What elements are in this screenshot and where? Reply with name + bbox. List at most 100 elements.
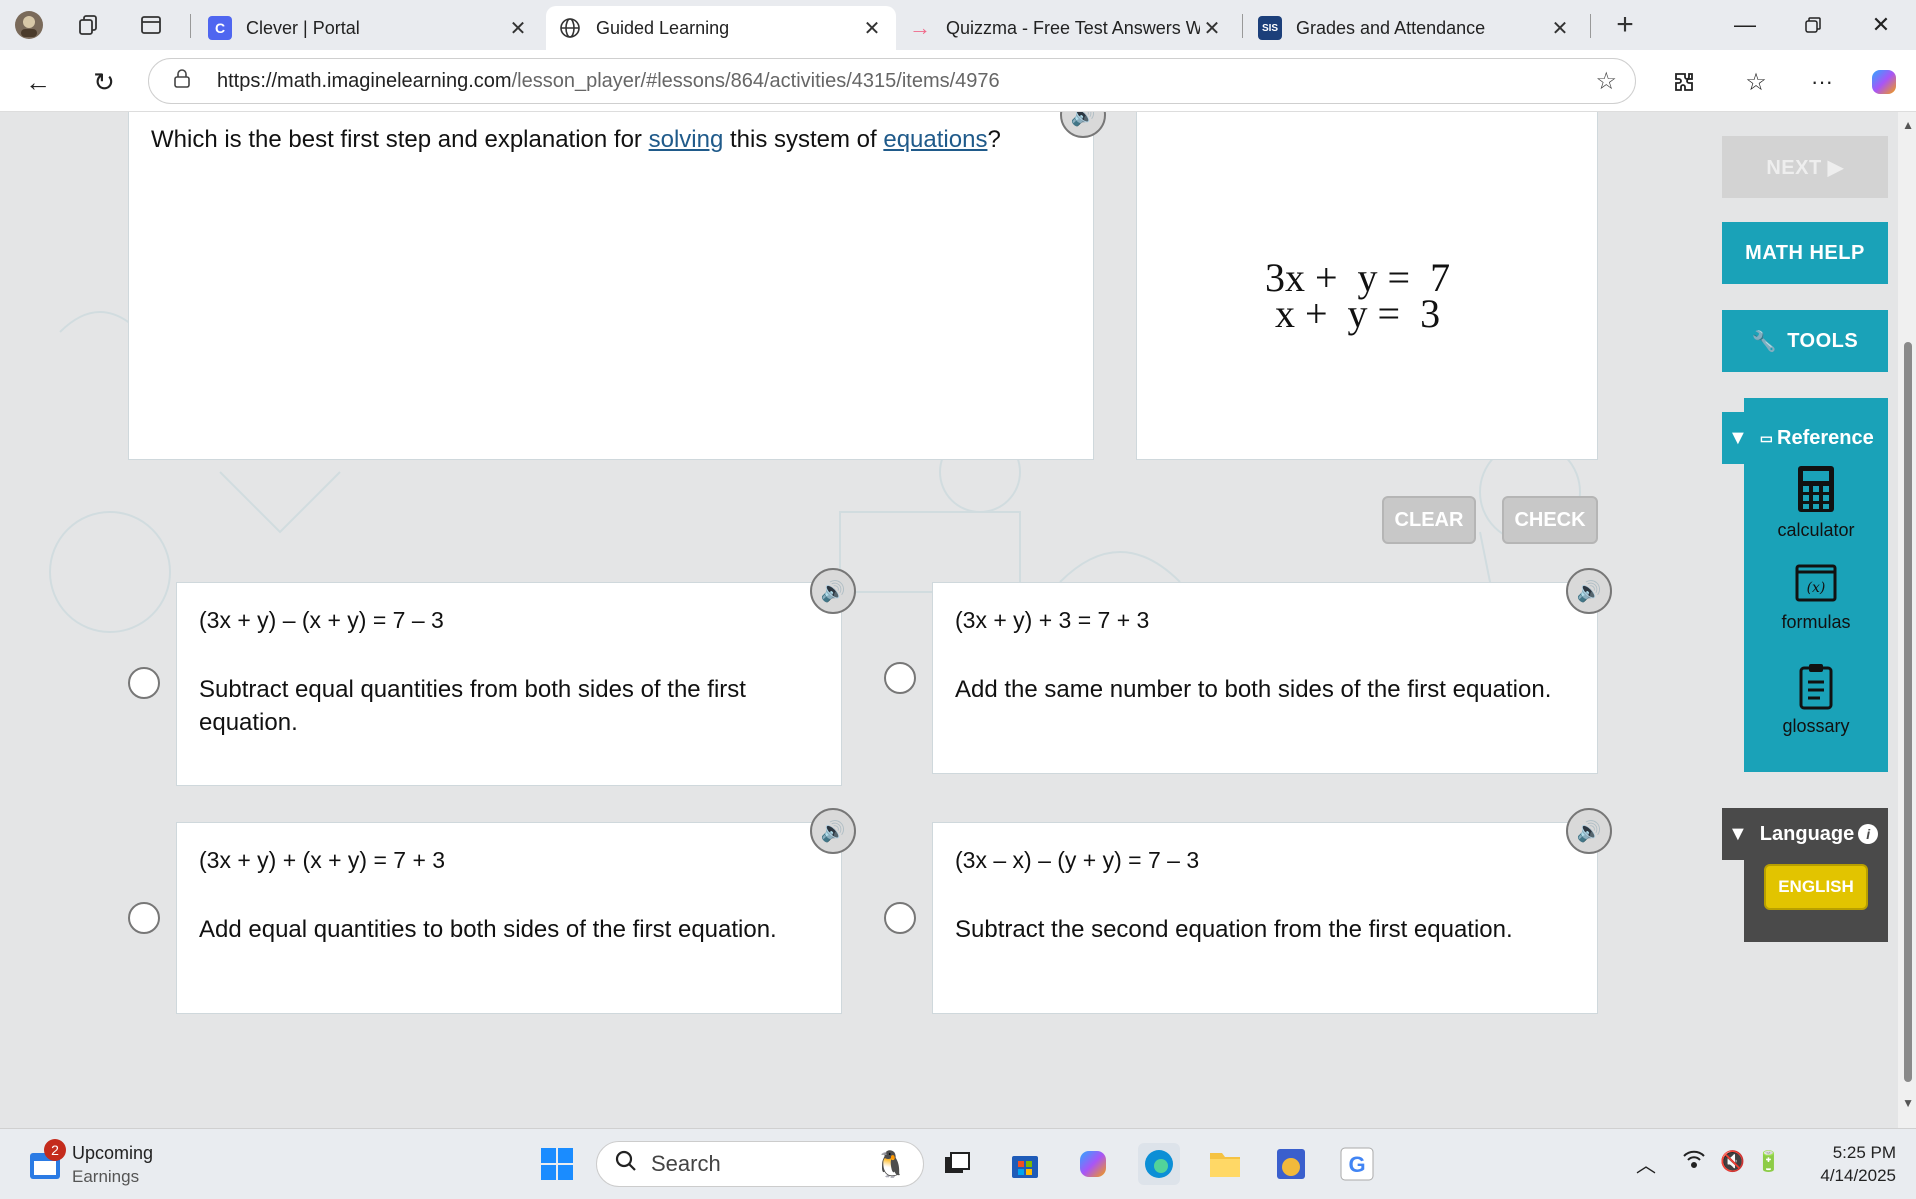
language-toggle[interactable]: ▼ Language i [1722, 808, 1888, 860]
triangle-down-icon: ▼ [1728, 822, 1748, 845]
windows-taskbar: 2 Upcoming Earnings Search 🐧 G ︿ 🔇 🔋 5:2… [0, 1128, 1916, 1199]
tab-actions-icon[interactable] [136, 10, 166, 40]
widget-title: Upcoming [72, 1143, 154, 1163]
answer-choice-a[interactable]: (3x + y) – (x + y) = 7 – 3 Subtract equa… [176, 582, 842, 786]
choice-b-speaker-icon[interactable]: 🔊 [1566, 568, 1612, 614]
notification-badge: 2 [44, 1139, 66, 1161]
choice-a-radio[interactable] [128, 667, 160, 699]
battery-icon[interactable]: 🔋 [1756, 1149, 1781, 1174]
choice-c-speaker-icon[interactable]: 🔊 [810, 808, 856, 854]
browser-toolbar: ← ↻ https://math.imaginelearning.com/les… [0, 50, 1916, 112]
profile-app-icon[interactable] [1270, 1143, 1312, 1185]
choice-equation: (3x + y) + (x + y) = 7 + 3 [199, 847, 446, 873]
question-suffix: ? [987, 126, 1001, 153]
task-view-icon[interactable] [936, 1143, 978, 1185]
close-icon[interactable]: ✕ [506, 16, 530, 40]
choice-c-radio[interactable] [128, 902, 160, 934]
triangle-down-icon: ▼ [1728, 426, 1748, 449]
question-middle: this system of [723, 126, 884, 153]
tab-separator [190, 14, 191, 38]
address-bar[interactable]: https://math.imaginelearning.com/lesson_… [148, 58, 1636, 104]
copilot-taskbar-icon[interactable] [1072, 1143, 1114, 1185]
extensions-puzzle-icon[interactable] [1664, 62, 1704, 102]
glossary-tool[interactable]: glossary [1744, 662, 1888, 737]
close-icon[interactable]: ✕ [1200, 16, 1224, 40]
new-tab-plus-icon[interactable]: + [1610, 8, 1640, 41]
tab-guided-learning[interactable]: Guided Learning ✕ [546, 6, 896, 50]
choice-d-radio[interactable] [884, 902, 916, 934]
answer-choice-c[interactable]: (3x + y) + (x + y) = 7 + 3 Add equal qua… [176, 822, 842, 1014]
choice-b-radio[interactable] [884, 662, 916, 694]
favorite-star-icon[interactable]: ☆ [1595, 67, 1617, 96]
language-label: Language [1759, 822, 1855, 845]
choice-equation: (3x + y) + 3 = 7 + 3 [955, 607, 1150, 633]
taskbar-search[interactable]: Search 🐧 [596, 1141, 924, 1187]
back-arrow-icon[interactable]: ← [18, 62, 58, 102]
math-help-button[interactable]: MATH HELP [1722, 222, 1888, 284]
reference-toggle[interactable]: ▼ ▭ Reference [1722, 412, 1888, 464]
widget-subtitle: Earnings [72, 1167, 140, 1186]
clear-button[interactable]: CLEAR [1382, 496, 1476, 544]
browser-tab-strip: C Clever | Portal ✕ Guided Learning ✕ → … [0, 0, 1916, 50]
calculator-tool[interactable]: calculator [1744, 464, 1888, 541]
english-language-button[interactable]: ENGLISH [1764, 864, 1868, 910]
scroll-down-arrow-icon[interactable]: ▼ [1902, 1096, 1914, 1110]
close-icon[interactable]: ✕ [860, 16, 884, 40]
close-icon[interactable]: ✕ [1548, 16, 1572, 40]
google-chrome-g-icon[interactable]: G [1336, 1143, 1378, 1185]
file-explorer-icon[interactable] [1204, 1143, 1246, 1185]
workspaces-icon[interactable] [74, 10, 104, 40]
profile-avatar-icon[interactable] [14, 10, 44, 40]
more-options-icon[interactable]: ··· [1802, 62, 1842, 102]
upcoming-widget[interactable]: 2 Upcoming Earnings [26, 1139, 216, 1189]
choice-equation: (3x + y) – (x + y) = 7 – 3 [199, 607, 444, 633]
minimize-button[interactable]: — [1720, 8, 1770, 42]
tab-clever-portal[interactable]: C Clever | Portal ✕ [196, 6, 542, 50]
choice-explanation: Add equal quantities to both sides of th… [199, 916, 777, 943]
check-button[interactable]: CHECK [1502, 496, 1598, 544]
window-close-button[interactable]: ✕ [1856, 8, 1906, 42]
equation-line-2: x + y = 3 [1265, 291, 1441, 336]
copilot-icon[interactable] [1864, 62, 1904, 102]
choice-d-speaker-icon[interactable]: 🔊 [1566, 808, 1612, 854]
formulas-tool[interactable]: (x) formulas [1744, 564, 1888, 633]
clipboard-icon [1799, 664, 1833, 710]
glossary-label: glossary [1782, 716, 1850, 736]
next-button[interactable]: NEXT ▶ [1722, 136, 1888, 198]
page-info-icon[interactable] [173, 68, 197, 94]
sis-favicon-icon: SIS [1258, 16, 1282, 40]
info-icon[interactable]: i [1858, 824, 1879, 844]
edge-browser-icon[interactable] [1138, 1143, 1180, 1185]
arrow-icon: → [909, 15, 931, 40]
restore-button[interactable] [1788, 8, 1838, 42]
favorites-icon[interactable]: ☆ [1736, 62, 1776, 102]
tab-grades-attendance[interactable]: SIS Grades and Attendance ✕ [1246, 6, 1584, 50]
url-host: https://math.imaginelearning.com [217, 69, 512, 92]
puffin-bird-icon: 🐧 [874, 1148, 907, 1179]
tab-quizzma[interactable]: → Quizzma - Free Test Answers We ✕ [896, 6, 1236, 50]
taskbar-clock[interactable]: 5:25 PM 4/14/2025 [1800, 1141, 1896, 1187]
show-hidden-icons-chevron-icon[interactable]: ︿ [1636, 1149, 1656, 1178]
question-card [128, 112, 1094, 460]
page-scrollbar[interactable]: ▲ ▼ [1898, 112, 1916, 1128]
windows-start-icon[interactable] [536, 1143, 578, 1185]
volume-muted-icon[interactable]: 🔇 [1720, 1149, 1745, 1174]
scrollbar-thumb[interactable] [1904, 342, 1912, 1082]
microsoft-store-icon[interactable] [1004, 1143, 1046, 1185]
question-prefix: Which is the best first step and explana… [151, 126, 649, 153]
equations-glossary-link[interactable]: equations [883, 126, 987, 153]
url-path: /lesson_player/#lessons/864/activities/4… [511, 69, 1000, 92]
globe-icon [558, 16, 582, 40]
scroll-up-arrow-icon[interactable]: ▲ [1902, 118, 1914, 132]
choice-a-speaker-icon[interactable]: 🔊 [810, 568, 856, 614]
refresh-icon[interactable]: ↻ [84, 62, 124, 102]
search-icon [615, 1150, 637, 1178]
tools-button[interactable]: 🔧 TOOLS [1722, 310, 1888, 372]
answer-choice-b[interactable]: (3x + y) + 3 = 7 + 3 Add the same number… [932, 582, 1598, 774]
wifi-icon[interactable] [1682, 1149, 1706, 1175]
choice-explanation: Add the same number to both sides of the… [955, 676, 1552, 703]
solving-glossary-link[interactable]: solving [649, 126, 724, 153]
answer-choice-d[interactable]: (3x – x) – (y + y) = 7 – 3 Subtract the … [932, 822, 1598, 1014]
reference-book-icon: ▭ [1759, 429, 1774, 446]
tab-title: Guided Learning [596, 17, 730, 38]
